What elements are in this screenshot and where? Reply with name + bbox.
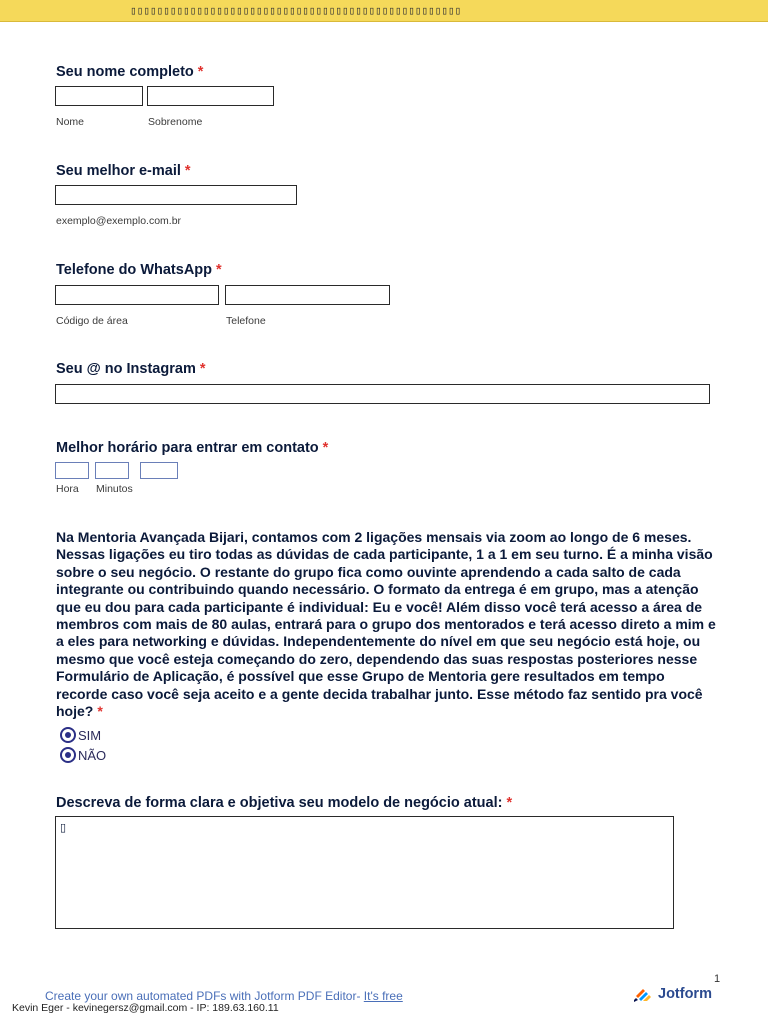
- name-label: Seu nome completo *: [56, 64, 203, 80]
- mentoring-question: Na Mentoria Avançada Bijari, contamos co…: [56, 529, 716, 720]
- textarea-content: ▯: [60, 821, 67, 834]
- area-code-sublabel: Código de área: [56, 315, 128, 327]
- footer-user-info: Kevin Eger - kevinegersz@gmail.com - IP:…: [12, 1002, 279, 1014]
- radio-option-label: SIM: [78, 727, 102, 743]
- whatsapp-label: Telefone do WhatsApp *: [56, 262, 222, 278]
- radio-button-icon[interactable]: [60, 727, 76, 743]
- minute-sublabel: Minutos: [96, 483, 133, 495]
- first-name-sublabel: Nome: [56, 116, 85, 128]
- required-mark: *: [184, 163, 191, 179]
- jotform-logo-icon: [634, 989, 651, 1002]
- page-number: 1: [714, 973, 721, 985]
- last-name-input[interactable]: [147, 86, 274, 106]
- top-banner: ▯▯▯▯▯▯▯▯▯▯▯▯▯▯▯▯▯▯▯▯▯▯▯▯▯▯▯▯▯▯▯▯▯▯▯▯▯▯▯▯…: [0, 0, 768, 22]
- minute-input[interactable]: [95, 462, 129, 479]
- banner-text: ▯▯▯▯▯▯▯▯▯▯▯▯▯▯▯▯▯▯▯▯▯▯▯▯▯▯▯▯▯▯▯▯▯▯▯▯▯▯▯▯…: [130, 4, 462, 17]
- contact-time-label: Melhor horário para entrar em contato *: [56, 440, 328, 456]
- last-name-sublabel: Sobrenome: [148, 116, 203, 128]
- email-input[interactable]: [55, 185, 297, 205]
- required-mark: *: [322, 440, 329, 456]
- first-name-input[interactable]: [55, 86, 143, 106]
- whatsapp-label-text: Telefone do WhatsApp: [56, 262, 213, 278]
- business-label-text: Descreva de forma clara e objetiva seu m…: [56, 795, 503, 811]
- required-mark: *: [199, 361, 206, 377]
- mentoring-question-text: Na Mentoria Avançada Bijari, contamos co…: [56, 529, 716, 720]
- footer-promo: Create your own automated PDFs with Jotf…: [45, 989, 403, 1003]
- ampm-input[interactable]: [140, 462, 178, 479]
- instagram-input[interactable]: [55, 384, 710, 404]
- business-label: Descreva de forma clara e objetiva seu m…: [56, 795, 512, 811]
- area-code-input[interactable]: [55, 285, 219, 305]
- name-label-text: Seu nome completo: [56, 64, 194, 80]
- footer-promo-text: Create your own automated PDFs with Jotf…: [45, 989, 364, 1003]
- required-mark: *: [197, 64, 204, 80]
- contact-time-label-text: Melhor horário para entrar em contato: [56, 440, 319, 456]
- phone-sublabel: Telefone: [226, 315, 266, 327]
- jotform-brand[interactable]: Jotform: [634, 986, 712, 1002]
- instagram-label-text: Seu @ no Instagram: [56, 361, 196, 377]
- jotform-brand-name: Jotform: [658, 986, 712, 1002]
- radio-option-label: NÃO: [78, 747, 107, 763]
- radio-button-icon[interactable]: [60, 747, 76, 763]
- email-sublabel: exemplo@exemplo.com.br: [56, 215, 182, 227]
- required-mark: *: [97, 703, 103, 720]
- radio-option-nao[interactable]: NÃO: [60, 747, 106, 763]
- email-label-text: Seu melhor e-mail: [56, 163, 181, 179]
- hour-input[interactable]: [55, 462, 89, 479]
- phone-input[interactable]: [225, 285, 390, 305]
- instagram-label: Seu @ no Instagram *: [56, 361, 206, 377]
- required-mark: *: [506, 795, 513, 811]
- business-textarea[interactable]: ▯: [55, 816, 674, 929]
- radio-option-sim[interactable]: SIM: [60, 727, 101, 743]
- required-mark: *: [216, 262, 222, 278]
- email-label: Seu melhor e-mail *: [56, 163, 191, 179]
- hour-sublabel: Hora: [56, 483, 79, 495]
- its-free-link[interactable]: It's free: [364, 989, 403, 1003]
